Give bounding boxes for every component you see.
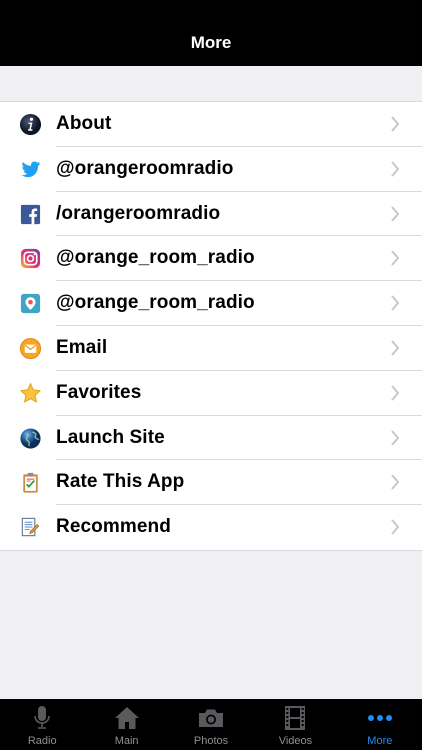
info-icon — [19, 113, 42, 136]
tab-photos[interactable]: Photos — [169, 699, 253, 750]
tab-label: Photos — [193, 735, 229, 747]
menu-item-launch-site[interactable]: Launch Site — [0, 416, 422, 461]
document-pencil-icon — [19, 516, 42, 539]
menu-item-rate-app[interactable]: Rate This App — [0, 460, 422, 506]
chevron-right-icon — [391, 116, 400, 132]
tab-radio[interactable]: Radio — [0, 699, 84, 750]
menu-item-label: @orange_room_radio — [56, 292, 255, 314]
menu-item-label: Email — [56, 336, 108, 358]
tab-bar: Radio Main Photos Videos More — [0, 699, 422, 750]
tab-main[interactable]: Main — [84, 699, 168, 750]
microphone-icon — [28, 705, 56, 731]
menu-item-facebook[interactable]: /orangeroomradio — [0, 192, 422, 237]
menu-item-periscope[interactable]: @orange_room_radio — [0, 281, 422, 326]
chevron-right-icon — [391, 295, 400, 311]
tab-videos[interactable]: Videos — [253, 699, 337, 750]
facebook-icon — [19, 203, 42, 226]
tab-label: Radio — [27, 735, 57, 747]
camera-icon — [197, 705, 225, 731]
chevron-right-icon — [391, 429, 400, 446]
menu-item-label: Launch Site — [56, 426, 165, 448]
navigation-bar: More — [0, 0, 422, 66]
menu-item-instagram[interactable]: @orange_room_radio — [0, 236, 422, 282]
tab-label: Main — [114, 735, 139, 747]
twitter-icon — [19, 158, 42, 181]
menu-item-label: @orange_room_radio — [56, 247, 255, 269]
chevron-right-icon — [391, 250, 400, 267]
email-icon — [19, 337, 42, 360]
instagram-icon — [19, 247, 42, 270]
menu-item-label: Favorites — [56, 381, 142, 403]
menu-item-label: Rate This App — [56, 471, 185, 493]
globe-icon — [19, 427, 42, 450]
menu-item-label: /orangeroomradio — [56, 202, 221, 224]
menu-item-label: Recommend — [56, 516, 171, 538]
menu-item-label: About — [56, 113, 112, 134]
chevron-right-icon — [391, 385, 400, 401]
tab-label: More — [367, 735, 393, 747]
home-icon — [113, 705, 141, 731]
menu-item-about[interactable]: About — [0, 102, 422, 147]
chevron-right-icon — [391, 519, 400, 535]
chevron-right-icon — [391, 161, 400, 177]
film-icon — [281, 705, 309, 731]
menu-item-twitter[interactable]: @orangeroomradio — [0, 147, 422, 192]
chevron-right-icon — [391, 474, 400, 491]
chevron-right-icon — [391, 205, 400, 222]
menu-item-recommend[interactable]: Recommend — [0, 505, 422, 550]
periscope-icon — [19, 292, 42, 315]
menu-item-label: @orangeroomradio — [56, 157, 234, 179]
clipboard-check-icon — [19, 471, 42, 494]
chevron-right-icon — [391, 340, 400, 356]
more-dots-icon — [366, 705, 394, 731]
menu-item-email[interactable]: Email — [0, 326, 422, 371]
more-menu-list: About @orangeroomradio /orangeroomradio … — [0, 101, 422, 551]
page-title: More — [190, 33, 232, 52]
tab-label: Videos — [278, 735, 313, 747]
tab-more[interactable]: More — [338, 699, 422, 750]
menu-item-favorites[interactable]: Favorites — [0, 371, 422, 416]
star-icon — [19, 382, 42, 405]
